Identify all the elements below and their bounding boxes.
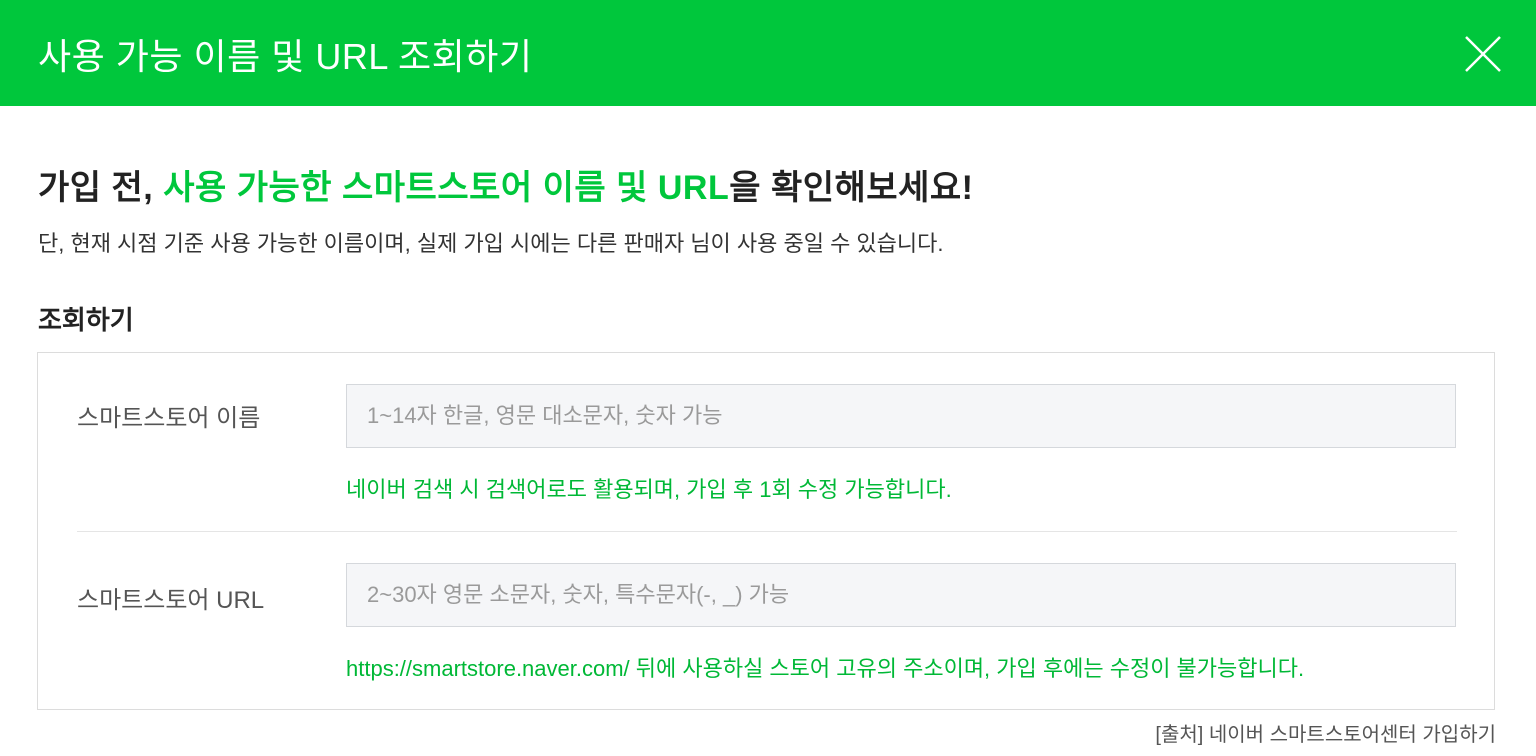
divider	[77, 531, 1457, 532]
store-name-input[interactable]	[346, 384, 1456, 448]
section-title: 조회하기	[38, 305, 134, 335]
close-button[interactable]	[1462, 33, 1504, 75]
source-caption: [출처] 네이버 스마트스토어센터 가입하기	[1155, 724, 1496, 746]
headline-highlight: 사용 가능한 스마트스토어 이름 및 URL	[163, 169, 730, 207]
store-url-input[interactable]	[346, 563, 1456, 627]
store-name-help: 네이버 검색 시 검색어로도 활용되며, 가입 후 1회 수정 가능합니다.	[346, 477, 952, 502]
close-icon	[1465, 36, 1501, 72]
dialog-title: 사용 가능 이름 및 URL 조회하기	[38, 36, 533, 77]
store-name-label: 스마트스토어 이름	[77, 405, 261, 432]
notice-text: 단, 현재 시점 기준 사용 가능한 이름이며, 실제 가입 시에는 다른 판매…	[38, 231, 944, 256]
store-url-label: 스마트스토어 URL	[77, 587, 265, 614]
headline-suffix: 을 확인해보세요!	[729, 169, 974, 207]
headline: 가입 전, 사용 가능한 스마트스토어 이름 및 URL을 확인해보세요!	[38, 160, 973, 209]
headline-prefix: 가입 전,	[38, 169, 164, 207]
dialog-header: 사용 가능 이름 및 URL 조회하기	[0, 0, 1536, 106]
store-url-help: https://smartstore.naver.com/ 뒤에 사용하실 스토…	[346, 656, 1305, 681]
